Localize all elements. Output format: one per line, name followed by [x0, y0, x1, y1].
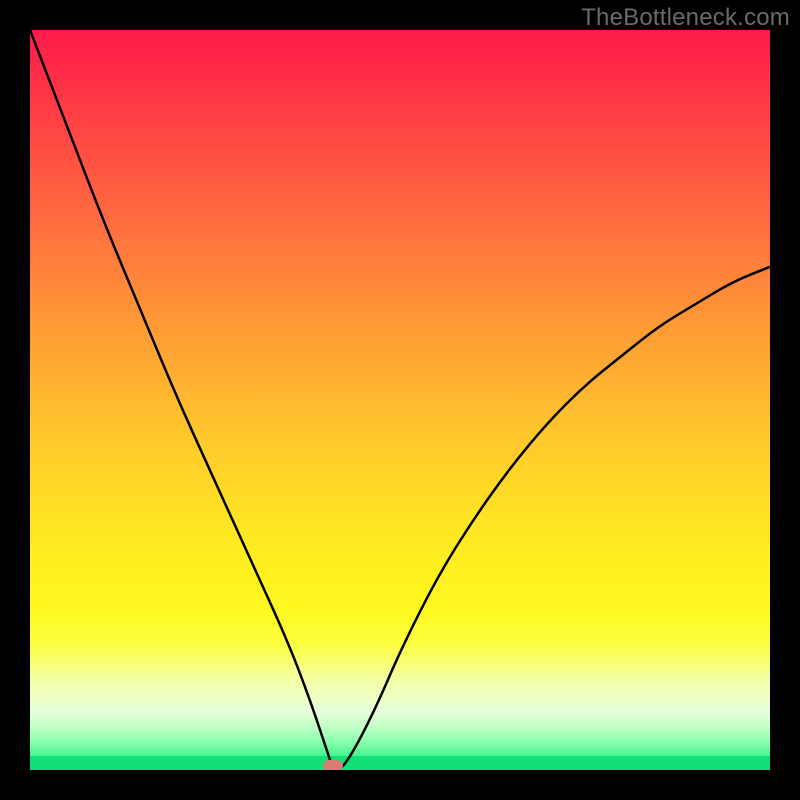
chart-frame: TheBottleneck.com [0, 0, 800, 800]
optimal-marker [323, 760, 343, 770]
watermark-text: TheBottleneck.com [581, 4, 790, 32]
bottleneck-curve [30, 30, 770, 770]
curve-path [30, 30, 770, 770]
plot-area [30, 30, 770, 770]
